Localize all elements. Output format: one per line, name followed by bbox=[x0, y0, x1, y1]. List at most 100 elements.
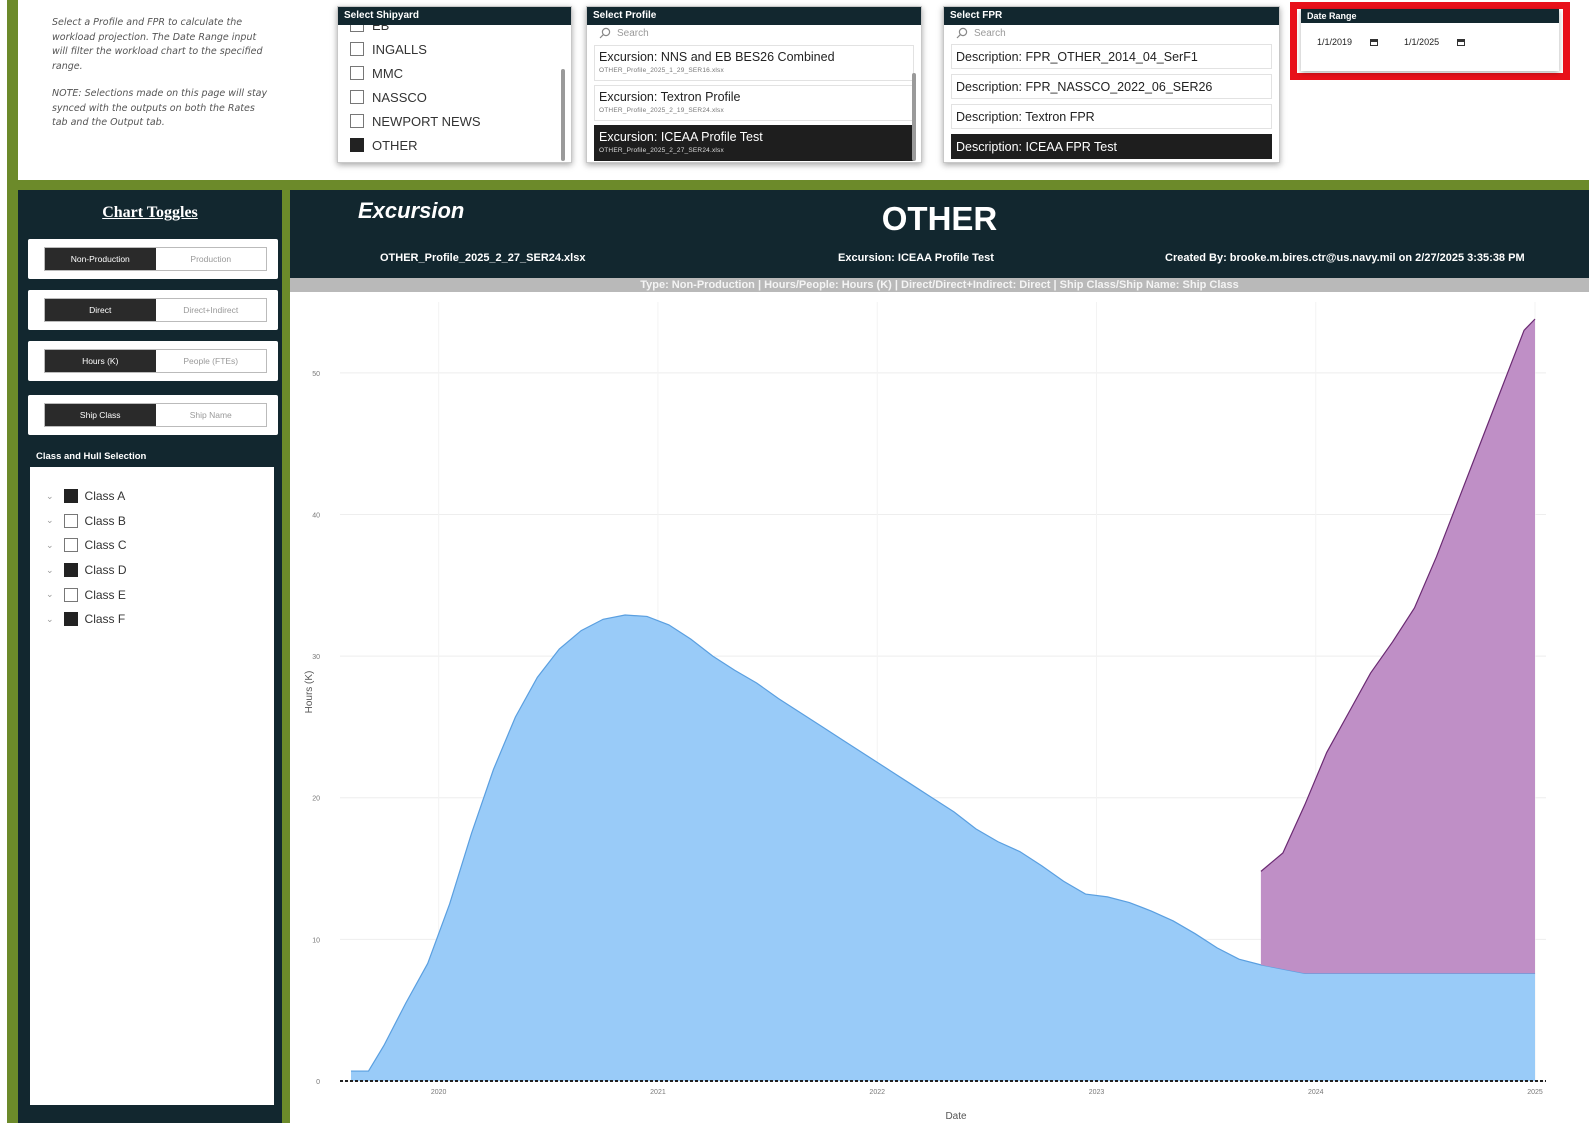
profile-item-selected[interactable]: Excursion: ICEAA Profile Test OTHER_Prof… bbox=[594, 125, 914, 161]
checkbox[interactable] bbox=[63, 513, 78, 528]
area-chart: Hours (K) Date 0 10 20 30 40 50 2020 2021 2022 20… bbox=[304, 302, 1546, 1122]
x-tick-label: 2022 bbox=[869, 1089, 885, 1096]
toggle-production-type[interactable]: Non-Production Production bbox=[28, 239, 278, 279]
date-range-header: Date Range bbox=[1301, 9, 1559, 23]
profile-slicer-header: Select Profile bbox=[587, 7, 921, 25]
chevron-down-icon[interactable]: ⌄ bbox=[46, 515, 54, 526]
toggle-option-non-production[interactable]: Non-Production bbox=[45, 248, 156, 270]
x-tick-label: 2023 bbox=[1089, 1089, 1105, 1096]
calendar-icon[interactable] bbox=[1457, 38, 1466, 46]
frame-left-bar bbox=[7, 0, 18, 1123]
date-range-highlight: Date Range 1/1/2019 1/1/2025 bbox=[1290, 2, 1570, 80]
x-axis-title: Date bbox=[945, 1111, 967, 1122]
class-hull-panel: Class and Hull Selection ⌄ Class A ⌄ Class… bbox=[28, 445, 276, 1107]
shipyard-item-mmc[interactable]: MMC bbox=[338, 61, 571, 85]
search-icon bbox=[599, 27, 611, 39]
profile-item[interactable]: Excursion: Textron Profile OTHER_Profile… bbox=[594, 85, 914, 121]
toggle-option-production[interactable]: Production bbox=[156, 248, 267, 270]
toggle-option-ship-class[interactable]: Ship Class bbox=[45, 404, 156, 426]
checkbox[interactable] bbox=[350, 42, 364, 56]
date-start-field[interactable]: 1/1/2019 bbox=[1317, 37, 1379, 47]
y-tick-label: 10 bbox=[312, 937, 320, 944]
shipyard-item-newport-news[interactable]: NEWPORT NEWS bbox=[338, 109, 571, 133]
checkbox-checked[interactable] bbox=[63, 612, 78, 627]
instructions-text: Select a Profile and FPR to calculate th… bbox=[52, 16, 272, 144]
hull-item-class-f[interactable]: ⌄ Class F bbox=[30, 607, 274, 632]
hull-item-class-e[interactable]: ⌄ Class E bbox=[30, 582, 274, 607]
fpr-item-selected[interactable]: Description: ICEAA FPR Test bbox=[951, 134, 1272, 159]
profile-item-file: OTHER_Profile_2025_2_19_SER24.xlsx bbox=[599, 107, 724, 114]
checkbox-checked[interactable] bbox=[63, 489, 78, 504]
hull-item-class-a[interactable]: ⌄ Class A bbox=[30, 484, 274, 509]
toggle-option-ship-name[interactable]: Ship Name bbox=[156, 404, 267, 426]
x-tick-label: 2025 bbox=[1527, 1089, 1543, 1096]
checkbox[interactable] bbox=[63, 587, 78, 602]
fpr-item[interactable]: Description: FPR_NASSCO_2022_06_SER26 bbox=[951, 74, 1272, 99]
fpr-slicer: Select FPR Search Description: FPR_OTHER… bbox=[943, 6, 1280, 163]
chart-excursion-name: Excursion: ICEAA Profile Test bbox=[838, 252, 994, 264]
fpr-search[interactable]: Search bbox=[944, 25, 1279, 41]
profile-item-title: Excursion: ICEAA Profile Test bbox=[599, 130, 763, 144]
chart-created-by: Created By: brooke.m.bires.ctr@us.navy.m… bbox=[1165, 252, 1525, 264]
toggle-option-hours[interactable]: Hours (K) bbox=[45, 350, 156, 372]
profile-scrollbar[interactable] bbox=[912, 73, 916, 161]
shipyard-slicer: Select Shipyard EB INGALLS MMC NASSCO NE… bbox=[337, 6, 572, 163]
fpr-slicer-header: Select FPR bbox=[944, 7, 1279, 25]
toggle-direct-type[interactable]: Direct Direct+Indirect bbox=[28, 290, 278, 330]
checkbox[interactable] bbox=[350, 25, 364, 32]
hull-item-class-c[interactable]: ⌄ Class C bbox=[30, 533, 274, 558]
shipyard-list[interactable]: EB INGALLS MMC NASSCO NEWPORT NEWS OTHER bbox=[338, 25, 571, 163]
profile-item[interactable]: Excursion: NNS and EB BES26 Combined OTH… bbox=[594, 45, 914, 81]
y-tick-label: 20 bbox=[312, 796, 320, 803]
frame-middle-bar bbox=[7, 180, 1589, 190]
chart-file-name: OTHER_Profile_2025_2_27_SER24.xlsx bbox=[380, 252, 586, 264]
hull-item-class-d[interactable]: ⌄ Class D bbox=[30, 558, 274, 583]
profile-slicer: Select Profile Search Excursion: NNS and… bbox=[586, 6, 922, 163]
toggle-grouping[interactable]: Ship Class Ship Name bbox=[28, 395, 278, 435]
toggle-units[interactable]: Hours (K) People (FTEs) bbox=[28, 341, 278, 381]
class-hull-header: Class and Hull Selection bbox=[30, 447, 274, 467]
checkbox-checked[interactable] bbox=[63, 563, 78, 578]
shipyard-scrollbar[interactable] bbox=[561, 69, 565, 161]
fpr-item[interactable]: Description: Textron FPR bbox=[951, 104, 1272, 129]
toggle-option-direct[interactable]: Direct bbox=[45, 299, 156, 321]
checkbox[interactable] bbox=[350, 90, 364, 104]
date-range-fields: 1/1/2019 1/1/2025 bbox=[1301, 23, 1559, 47]
profile-search-placeholder: Search bbox=[617, 27, 649, 39]
chart-title: OTHER bbox=[881, 200, 998, 237]
shipyard-slicer-header: Select Shipyard bbox=[338, 7, 571, 25]
profile-item-file: OTHER_Profile_2025_2_27_SER24.xlsx bbox=[599, 147, 724, 154]
x-tick-label: 2024 bbox=[1308, 1089, 1324, 1096]
y-axis-title: Hours (K) bbox=[304, 671, 315, 714]
checkbox[interactable] bbox=[63, 538, 78, 553]
profile-item-title: Excursion: Textron Profile bbox=[599, 90, 741, 104]
chart-filter-banner: Type: Non-Production | Hours/People: Hou… bbox=[290, 278, 1589, 292]
shipyard-item-other[interactable]: OTHER bbox=[338, 133, 571, 157]
y-tick-label: 0 bbox=[316, 1079, 320, 1086]
toggle-option-people[interactable]: People (FTEs) bbox=[156, 350, 267, 372]
hull-item-class-b[interactable]: ⌄ Class B bbox=[30, 509, 274, 534]
shipyard-item-ingalls[interactable]: INGALLS bbox=[338, 37, 571, 61]
search-icon bbox=[956, 27, 968, 39]
checkbox-checked[interactable] bbox=[350, 138, 364, 152]
checkbox[interactable] bbox=[350, 114, 364, 128]
series-area bbox=[1260, 319, 1535, 974]
chevron-down-icon[interactable]: ⌄ bbox=[46, 589, 54, 600]
toggle-option-direct-indirect[interactable]: Direct+Indirect bbox=[156, 299, 267, 321]
x-tick-label: 2020 bbox=[431, 1089, 447, 1096]
y-tick-label: 40 bbox=[312, 512, 320, 519]
frame-divider bbox=[282, 190, 290, 1123]
chevron-down-icon[interactable]: ⌄ bbox=[46, 491, 54, 502]
shipyard-item-eb[interactable]: EB bbox=[338, 25, 571, 37]
y-tick-label: 30 bbox=[312, 654, 320, 661]
date-end-field[interactable]: 1/1/2025 bbox=[1404, 37, 1466, 47]
fpr-item[interactable]: Description: FPR_OTHER_2014_04_SerF1 bbox=[951, 44, 1272, 69]
date-range-slicer: Date Range 1/1/2019 1/1/2025 bbox=[1301, 9, 1559, 71]
checkbox[interactable] bbox=[350, 66, 364, 80]
shipyard-item-nassco[interactable]: NASSCO bbox=[338, 85, 571, 109]
chevron-down-icon[interactable]: ⌄ bbox=[46, 614, 54, 625]
profile-search[interactable]: Search bbox=[587, 25, 921, 41]
calendar-icon[interactable] bbox=[1370, 38, 1379, 46]
chevron-down-icon[interactable]: ⌄ bbox=[46, 565, 54, 576]
chevron-down-icon[interactable]: ⌄ bbox=[46, 540, 54, 551]
